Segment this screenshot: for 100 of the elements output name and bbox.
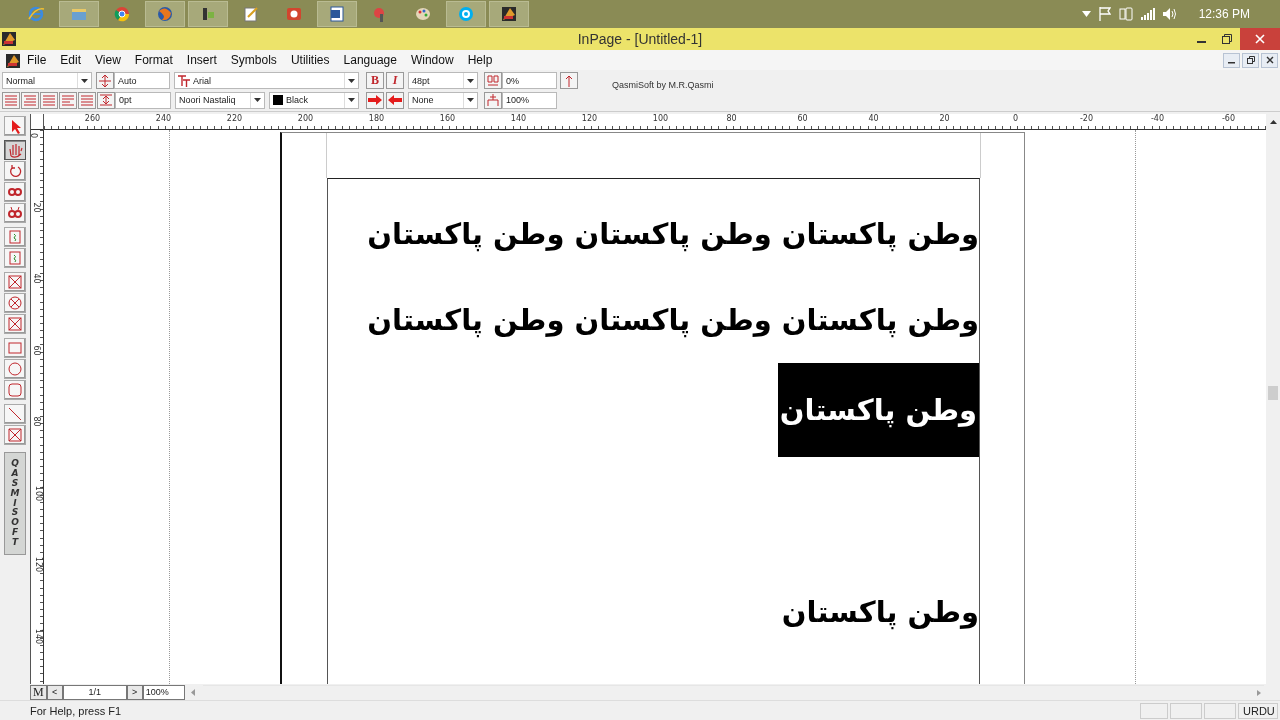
baseline-button[interactable]	[560, 72, 578, 90]
taskbar-button[interactable]	[489, 1, 529, 27]
font-select[interactable]: Arial	[174, 72, 359, 90]
left-to-right-button[interactable]	[386, 91, 404, 109]
text-frame[interactable]: وطن پاکستان وطن پاکستان وطن پاکستان وطن پاکستان وطن پاکستان وطن پاکستان وطن پاکستان وطن پاکستان	[327, 178, 980, 684]
tool-button[interactable]	[4, 182, 26, 202]
tool-button[interactable]	[4, 293, 26, 313]
close-button[interactable]	[1261, 52, 1278, 68]
restore-button[interactable]	[1242, 52, 1259, 68]
scroll-thumb[interactable]	[1268, 386, 1278, 400]
menu-item[interactable]: Format	[127, 53, 180, 67]
palette-icon	[414, 5, 432, 23]
circle-cross-icon	[7, 295, 23, 311]
status-text: For Help, press F1	[30, 704, 122, 717]
size-select[interactable]: 48pt	[408, 72, 478, 90]
tool-button[interactable]	[4, 359, 26, 379]
italic-button[interactable]: I	[386, 72, 404, 90]
restore-icon	[1246, 56, 1255, 64]
dropdown-arrow-icon[interactable]	[467, 78, 474, 83]
tool-button[interactable]	[4, 272, 26, 292]
unlink-icon	[7, 205, 23, 221]
dropdown-arrow-icon[interactable]	[348, 78, 355, 83]
close-icon	[1255, 34, 1265, 44]
tool-button[interactable]	[4, 425, 26, 445]
chat-icon	[457, 5, 475, 23]
tool-button[interactable]	[4, 314, 26, 334]
app-icon	[500, 5, 518, 23]
master-page-button[interactable]: M	[30, 684, 47, 700]
taskbar-button[interactable]	[145, 1, 185, 27]
caret-icon	[1081, 11, 1091, 17]
align-button[interactable]	[78, 91, 96, 109]
menu-item[interactable]: Language	[336, 53, 404, 67]
menu-item[interactable]: Insert	[179, 53, 224, 67]
leading-icon	[99, 74, 111, 87]
page-field[interactable]: 1/1	[62, 684, 127, 700]
menu-item[interactable]: File	[20, 53, 54, 67]
urdu-font-select[interactable]: Noori Nastaliq	[175, 91, 265, 109]
clock[interactable]: 12:36 PM	[1198, 7, 1250, 21]
taskbar-button[interactable]	[188, 1, 228, 27]
taskbar-button[interactable]	[317, 1, 357, 27]
box-cross-icon	[7, 274, 23, 290]
tool-button[interactable]	[4, 203, 26, 223]
text-line: وطن پاکستان	[781, 594, 979, 632]
tool-button[interactable]	[4, 380, 26, 400]
hand-icon	[7, 142, 23, 158]
ruler-label: 220	[225, 114, 244, 125]
tool-button[interactable]	[4, 227, 26, 247]
ruler-label: 60	[31, 345, 41, 356]
signal-icon	[1140, 8, 1155, 20]
ruler-label: 260	[83, 114, 102, 125]
menu-item[interactable]: Symbols	[223, 53, 284, 67]
device-icon	[1118, 7, 1133, 21]
leading-field[interactable]: Auto	[114, 72, 170, 90]
spacing-button[interactable]	[97, 91, 115, 109]
notepad-icon	[242, 5, 260, 23]
align-icon	[24, 94, 36, 106]
tool-button[interactable]	[4, 161, 26, 181]
dropdown-arrow-icon[interactable]	[254, 98, 261, 103]
dropdown-arrow-icon[interactable]	[348, 98, 355, 103]
tool-button[interactable]	[4, 116, 26, 136]
menu-item[interactable]: Utilities	[283, 53, 337, 67]
right-to-left-button[interactable]	[366, 91, 384, 109]
minimize-button[interactable]	[1223, 52, 1240, 68]
style-select[interactable]: Normal	[2, 72, 92, 90]
menu-item[interactable]: Window	[403, 53, 461, 67]
align-button[interactable]	[21, 91, 39, 109]
dropdown-arrow-icon[interactable]	[467, 98, 474, 103]
tracking-button[interactable]	[484, 72, 502, 90]
leading-button[interactable]	[96, 72, 114, 90]
align-icon	[62, 94, 74, 106]
menu-item[interactable]: Edit	[53, 53, 89, 67]
ruler-label: 240	[154, 114, 173, 125]
dropdown-arrow-icon[interactable]	[81, 78, 88, 83]
bold-button[interactable]: B	[366, 72, 384, 90]
scroll-up-button[interactable]	[1266, 114, 1280, 130]
ruler-label: 200	[296, 114, 315, 125]
scale-button[interactable]	[484, 91, 502, 109]
tool-button[interactable]	[4, 404, 26, 424]
tool-button[interactable]	[4, 140, 26, 160]
align-button[interactable]	[2, 91, 20, 109]
align-button[interactable]	[59, 91, 77, 109]
tool-button[interactable]	[4, 338, 26, 358]
align-button[interactable]	[40, 91, 58, 109]
effect-select[interactable]: None	[408, 91, 478, 109]
spacing-field[interactable]: 0pt	[115, 91, 171, 109]
arrow-left-icon	[388, 95, 402, 106]
tracking-field[interactable]: 0%	[502, 72, 557, 90]
brand-label: QASMISOFT	[10, 459, 20, 548]
rotate-icon	[7, 163, 23, 179]
menu-item[interactable]: Help	[460, 53, 500, 67]
zoom-field[interactable]: 100%	[142, 684, 185, 700]
menu-item[interactable]: View	[88, 53, 128, 67]
scale-field[interactable]: 100%	[502, 91, 557, 109]
text-frame-icon	[7, 250, 23, 266]
rounded-square-icon	[7, 382, 23, 398]
ruler-label: -20	[1078, 114, 1095, 125]
minimize-icon	[1228, 61, 1235, 64]
wheel-icon	[113, 5, 131, 23]
color-select[interactable]: Black	[269, 91, 359, 109]
tool-button[interactable]	[4, 248, 26, 268]
